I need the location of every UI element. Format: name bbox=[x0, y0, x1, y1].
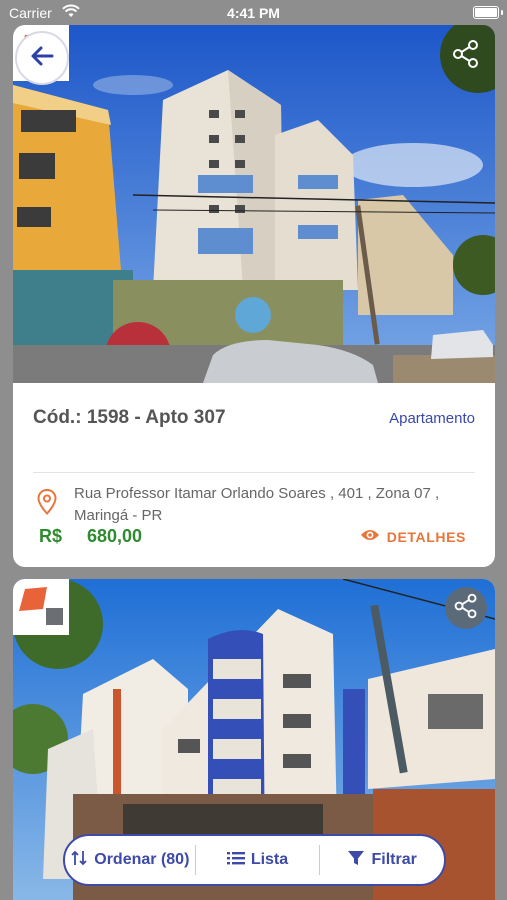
list-button[interactable]: Lista bbox=[196, 836, 320, 884]
filter-label: Filtrar bbox=[371, 851, 417, 868]
price-currency: R$ bbox=[39, 526, 63, 546]
filter-button[interactable]: Filtrar bbox=[320, 836, 444, 884]
eye-icon bbox=[360, 528, 380, 545]
bottom-toolbar: Ordenar (80) Lista Filtrar bbox=[63, 834, 446, 886]
details-button[interactable]: DETALHES bbox=[360, 528, 466, 545]
details-label: DETALHES bbox=[386, 528, 466, 545]
clock: 4:41 PM bbox=[227, 5, 280, 21]
listing-card[interactable]: Cód.: 1598 - Apto 307 Apartamento Rua Pr… bbox=[13, 25, 495, 567]
sort-icon bbox=[70, 849, 88, 872]
order-label: Ordenar (80) bbox=[94, 851, 190, 868]
back-button[interactable] bbox=[15, 31, 69, 85]
battery-icon bbox=[473, 6, 503, 19]
share-icon bbox=[453, 593, 479, 624]
agency-logo bbox=[13, 579, 69, 635]
list-icon bbox=[226, 851, 245, 870]
price-value: 680,00 bbox=[87, 526, 143, 546]
status-bar: Carrier 4:41 PM bbox=[0, 0, 507, 27]
divider bbox=[33, 472, 475, 473]
listing-code: Cód.: 1598 - Apto 307 bbox=[33, 407, 226, 428]
property-photo[interactable] bbox=[13, 25, 495, 383]
list-label: Lista bbox=[250, 851, 289, 868]
filter-icon bbox=[347, 849, 365, 872]
share-button[interactable] bbox=[445, 587, 487, 629]
property-type-link[interactable]: Apartamento bbox=[389, 410, 475, 427]
share-button[interactable] bbox=[451, 39, 481, 69]
order-button[interactable]: Ordenar (80) bbox=[65, 836, 195, 884]
listing-info: Cód.: 1598 - Apto 307 Apartamento Rua Pr… bbox=[13, 383, 495, 567]
listing-address: Rua Professor Itamar Orlando Soares , 40… bbox=[74, 485, 440, 524]
share-icon bbox=[451, 40, 481, 73]
back-arrow-icon bbox=[28, 42, 56, 75]
location-pin-icon bbox=[37, 488, 57, 520]
